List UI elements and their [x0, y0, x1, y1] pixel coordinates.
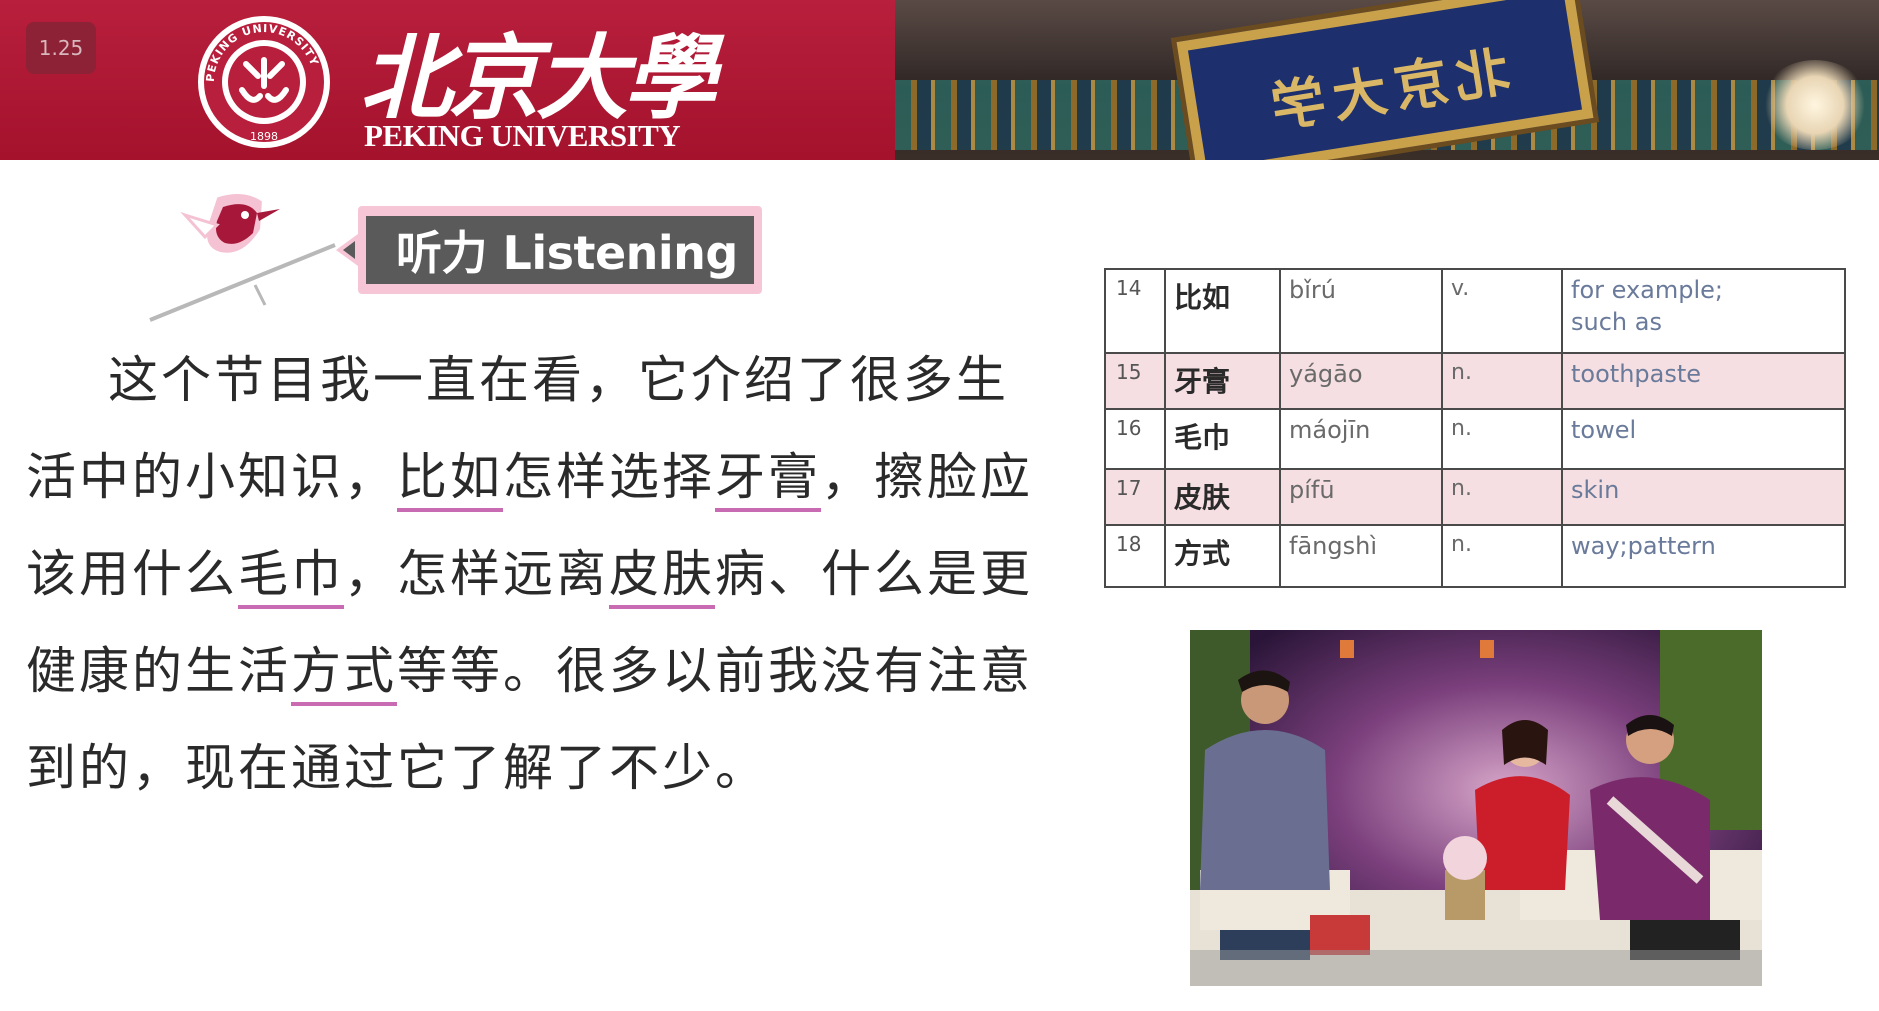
vocab-highlight: 毛巾: [238, 545, 344, 609]
vocab-word: 牙膏: [1164, 352, 1281, 410]
vocab-word: 方式: [1164, 524, 1281, 588]
passage-text: 该用什么: [26, 545, 238, 603]
vocab-meaning: skin: [1561, 468, 1846, 526]
section-tab-pointer-inner: [343, 241, 355, 259]
vocab-meaning-line: for example;: [1571, 276, 1724, 304]
vocab-highlight: 方式: [291, 642, 397, 706]
vocab-highlight: 比如: [397, 448, 503, 512]
vocab-highlight: 皮肤: [609, 545, 715, 609]
passage-line: 活中的小知识，比如怎样选择牙膏，擦脸应: [26, 437, 1033, 512]
vocab-part-of-speech: v.: [1441, 268, 1563, 354]
vocab-part-of-speech: n.: [1441, 408, 1563, 470]
passage-line: 到的，现在通过它了解了不少。: [26, 728, 768, 798]
vocab-word: 比如: [1164, 268, 1281, 354]
vocab-meaning: for example; such as: [1561, 268, 1846, 354]
logo-english-name: PEKING UNIVERSITY: [364, 118, 681, 153]
vocab-part-of-speech: n.: [1441, 352, 1563, 410]
university-seal-icon: PEKING UNIVERSITY 1898: [198, 16, 330, 148]
vocab-number: 15: [1104, 352, 1166, 410]
vocab-pinyin: yágāo: [1279, 352, 1443, 410]
vocab-number: 17: [1104, 468, 1166, 526]
bird-decoration-icon: [149, 188, 336, 322]
vocab-word: 皮肤: [1164, 468, 1281, 526]
vocab-row: 15 牙膏 yágāo n. toothpaste: [1104, 352, 1846, 410]
lamp-glow: [1760, 60, 1870, 150]
passage-line: 健康的生活方式等等。很多以前我没有注意: [26, 631, 1033, 706]
vocab-row: 14 比如 bǐrú v. for example; such as: [1104, 268, 1846, 354]
tv-show-photo: [1190, 630, 1762, 986]
passage-text: 活中的小知识，: [26, 448, 397, 506]
playback-speed-badge[interactable]: 1.25: [26, 22, 96, 74]
passage-line: 该用什么毛巾，怎样远离皮肤病、什么是更: [26, 534, 1033, 609]
vocab-highlight: 牙膏: [715, 448, 821, 512]
gate-photo: 北京大学: [895, 0, 1879, 160]
vocab-row: 17 皮肤 pífū n. skin: [1104, 468, 1846, 526]
passage-text: 这个节目我一直在看，它介绍了很多生: [108, 351, 1009, 409]
vocabulary-table: 14 比如 bǐrú v. for example; such as 15 牙膏…: [1104, 268, 1846, 588]
passage-text: 健康的生活: [26, 642, 291, 700]
vocab-meaning-line: such as: [1571, 308, 1662, 336]
vocab-pinyin: máojīn: [1279, 408, 1443, 470]
vocab-pinyin: fāngshì: [1279, 524, 1443, 588]
seal-year: 1898: [250, 130, 278, 143]
passage-text: 怎样选择: [503, 448, 715, 506]
vocab-part-of-speech: n.: [1441, 524, 1563, 588]
vocab-number: 18: [1104, 524, 1166, 588]
vocab-meaning: way;pattern: [1561, 524, 1846, 588]
passage-line: 这个节目我一直在看，它介绍了很多生: [108, 340, 1009, 410]
passage-text: 到的，现在通过它了解了不少。: [26, 739, 768, 797]
vocab-row: 16 毛巾 máojīn n. towel: [1104, 408, 1846, 470]
vocab-meaning: toothpaste: [1561, 352, 1846, 410]
section-title: 听力 Listening: [366, 216, 754, 284]
vocab-pinyin: bǐrú: [1279, 268, 1443, 354]
vocab-pinyin: pífū: [1279, 468, 1443, 526]
passage-text: ，怎样远离: [344, 545, 609, 603]
section-title-tab: 听力 Listening: [358, 206, 762, 294]
vocab-row: 18 方式 fāngshì n. way;pattern: [1104, 524, 1846, 588]
passage-text: 等等。很多以前我没有注意: [397, 642, 1033, 700]
passage-text: ，擦脸应: [821, 448, 1033, 506]
vocab-number: 14: [1104, 268, 1166, 354]
vocab-number: 16: [1104, 408, 1166, 470]
passage-text: 病、什么是更: [715, 545, 1033, 603]
header-banner: 北京大学 1.25 PEKING UNIVERSITY 1898 北京大學 PE…: [0, 0, 1879, 160]
vocab-part-of-speech: n.: [1441, 468, 1563, 526]
vocab-word: 毛巾: [1164, 408, 1281, 470]
vocab-meaning: towel: [1561, 408, 1846, 470]
